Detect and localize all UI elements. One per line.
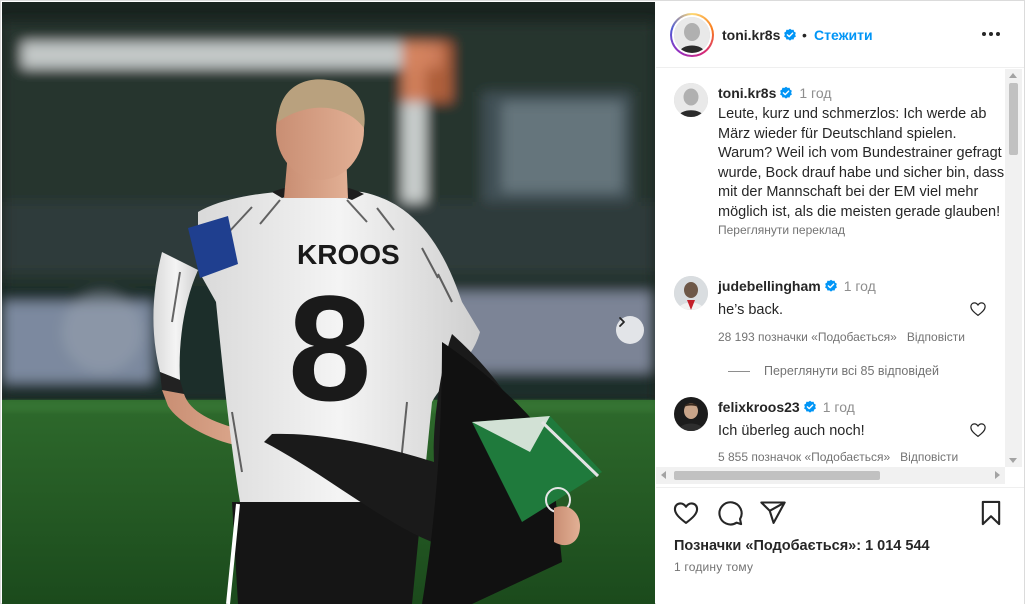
comment-item: felixkroos23 1 год Ich überleg auch noch!… <box>674 397 1014 467</box>
caption-time[interactable]: 1 год <box>799 85 831 101</box>
reply-button[interactable]: Відповісти <box>907 330 965 344</box>
caption-username[interactable]: toni.kr8s <box>718 85 776 101</box>
avatar-image <box>674 276 708 310</box>
comment-meta: 28 193 позначки «Подобається» Відповісти <box>718 330 965 344</box>
author-username[interactable]: toni.kr8s <box>722 27 797 43</box>
comment-time[interactable]: 1 год <box>823 399 855 415</box>
author-avatar[interactable] <box>670 13 714 57</box>
caption-text: Leute, kurz und schmerzlos: Ich werde ab… <box>718 106 1005 220</box>
photo-illustration: KROOS 8 <box>2 2 655 604</box>
reply-button[interactable]: Відповісти <box>900 450 958 464</box>
like-heart-icon[interactable] <box>672 499 700 527</box>
comment-item: judebellingham 1 год he’s back. 28 193 по… <box>674 276 1014 350</box>
verified-badge-icon <box>803 400 816 413</box>
avatar-image <box>674 83 708 117</box>
comment-time[interactable]: 1 год <box>844 278 876 294</box>
scroll-up-arrow-icon[interactable] <box>1009 73 1017 78</box>
verified-badge-icon <box>824 279 837 292</box>
post-header: toni.kr8s • Стежити <box>656 2 1024 68</box>
verified-badge-icon <box>780 86 793 99</box>
view-replies-label[interactable]: Переглянути всі 85 відповідей <box>764 364 939 378</box>
avatar-image <box>674 397 708 431</box>
comment-likes-count[interactable]: 5 855 позначок «Подобається» <box>718 450 890 464</box>
horizontal-scrollbar[interactable] <box>656 467 1005 484</box>
scroll-left-arrow-icon[interactable] <box>661 471 666 479</box>
share-paper-plane-icon[interactable] <box>759 499 787 527</box>
view-replies-button[interactable]: Переглянути всі 85 відповідей <box>728 364 939 378</box>
header-separator: • <box>802 27 807 43</box>
horizontal-scroll-thumb[interactable] <box>674 471 880 480</box>
chevron-right-icon <box>619 317 625 327</box>
comment-bubble-icon[interactable] <box>716 499 744 527</box>
post-photo[interactable]: KROOS 8 <box>2 2 655 604</box>
comments-scroll-area[interactable]: toni.kr8s 1 год Leute, kurz und schmerzlo… <box>656 69 1024 467</box>
save-bookmark-icon[interactable] <box>977 499 1005 527</box>
comment-avatar[interactable] <box>674 397 708 431</box>
comment-text: Ich überleg auch noch! <box>718 423 865 439</box>
scroll-right-arrow-icon[interactable] <box>995 471 1000 479</box>
follow-button[interactable]: Стежити <box>814 27 873 43</box>
comment-username[interactable]: judebellingham <box>718 278 821 294</box>
actions-divider <box>656 487 1024 488</box>
caption-avatar[interactable] <box>674 83 708 117</box>
next-photo-button[interactable] <box>616 316 644 344</box>
comment-meta: 5 855 позначок «Подобається» Відповісти <box>718 450 958 464</box>
verified-badge-icon <box>784 28 797 41</box>
more-options-icon[interactable] <box>977 24 1005 44</box>
avatar-image <box>674 17 710 53</box>
replies-divider <box>728 370 750 372</box>
vertical-scroll-thumb[interactable] <box>1009 83 1018 155</box>
author-username-text[interactable]: toni.kr8s <box>722 27 780 43</box>
likes-count[interactable]: Позначки «Подобається»: 1 014 544 <box>674 538 930 554</box>
vertical-scrollbar[interactable] <box>1005 69 1022 467</box>
scroll-down-arrow-icon[interactable] <box>1009 458 1017 463</box>
comment-avatar[interactable] <box>674 276 708 310</box>
like-comment-heart-icon[interactable] <box>969 300 987 318</box>
like-comment-heart-icon[interactable] <box>969 421 987 439</box>
comment-text: he’s back. <box>718 302 784 318</box>
jersey-number: 8 <box>288 264 371 432</box>
post-timestamp[interactable]: 1 годину тому <box>674 560 753 574</box>
post-side-panel: toni.kr8s • Стежити toni.kr8s 1 год Leut… <box>656 2 1024 604</box>
comment-username[interactable]: felixkroos23 <box>718 399 800 415</box>
comment-likes-count[interactable]: 28 193 позначки «Подобається» <box>718 330 897 344</box>
post-modal: KROOS 8 toni.kr8s • Стежити toni.kr8s 1 … <box>0 0 1025 604</box>
see-translation-link[interactable]: Переглянути переклад <box>718 223 1008 237</box>
